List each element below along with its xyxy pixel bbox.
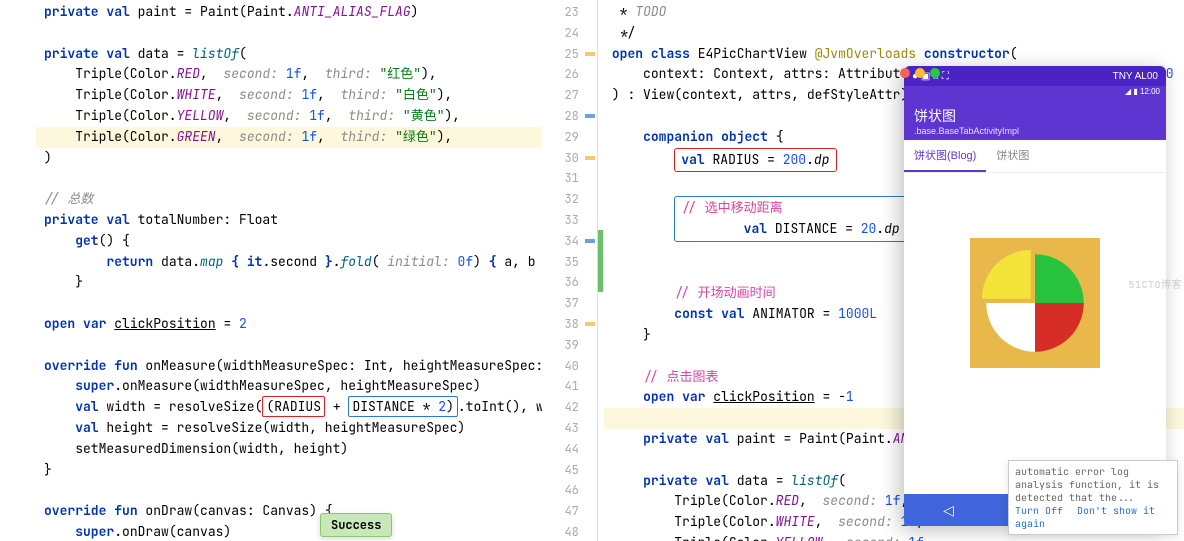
tab-blog[interactable]: 饼状图(Blog) xyxy=(904,140,986,172)
left-pane: private val paint = Paint(Paint.ANTI_ALI… xyxy=(0,0,598,541)
left-code[interactable]: private val paint = Paint(Paint.ANTI_ALI… xyxy=(0,0,598,541)
window-controls xyxy=(900,68,940,78)
phone-statusbar: ● ▣ ⌂ ⛶ TNY AL00 xyxy=(904,66,1166,86)
emulator-window: ● ▣ ⌂ ⛶ TNY AL00 ◢ ▮ 12:00 饼状图 .base.Bas… xyxy=(904,66,1166,526)
pie-container[interactable] xyxy=(970,238,1100,368)
device-label: TNY AL00 xyxy=(1113,71,1158,82)
tab-pie[interactable]: 饼状图 xyxy=(986,140,1039,172)
phone-appbar: 饼状图 .base.BaseTabActivityImpl xyxy=(904,100,1166,140)
phone-tabs: 饼状图(Blog) 饼状图 xyxy=(904,140,1166,173)
app-subtitle: .base.BaseTabActivityImpl xyxy=(914,126,1156,136)
pie-chart xyxy=(982,250,1088,356)
slice-red xyxy=(1035,303,1084,352)
ide-notification[interactable]: automatic error log analysis function, i… xyxy=(1008,460,1178,535)
success-popup[interactable]: Success xyxy=(320,513,392,537)
app-title: 饼状图 xyxy=(914,106,1156,126)
watermark: 51CTO博客 xyxy=(1129,276,1183,291)
chart-area xyxy=(904,173,1166,433)
slice-yellow xyxy=(982,250,1031,299)
phone-statusbar2: ◢ ▮ 12:00 xyxy=(904,86,1166,100)
min-dot[interactable] xyxy=(915,68,925,78)
popup-title: Success xyxy=(331,517,381,533)
close-dot[interactable] xyxy=(900,68,910,78)
notif-text: automatic error log analysis function, i… xyxy=(1015,465,1171,504)
nav-back[interactable]: ◁ xyxy=(943,502,954,519)
max-dot[interactable] xyxy=(930,68,940,78)
slice-green xyxy=(1035,254,1084,303)
slice-white xyxy=(986,303,1035,352)
notif-turnoff[interactable]: Turn Off xyxy=(1015,504,1063,517)
diff-marker xyxy=(598,230,603,292)
left-gutter: 2324252627282930313233343536373839404142… xyxy=(542,0,598,541)
